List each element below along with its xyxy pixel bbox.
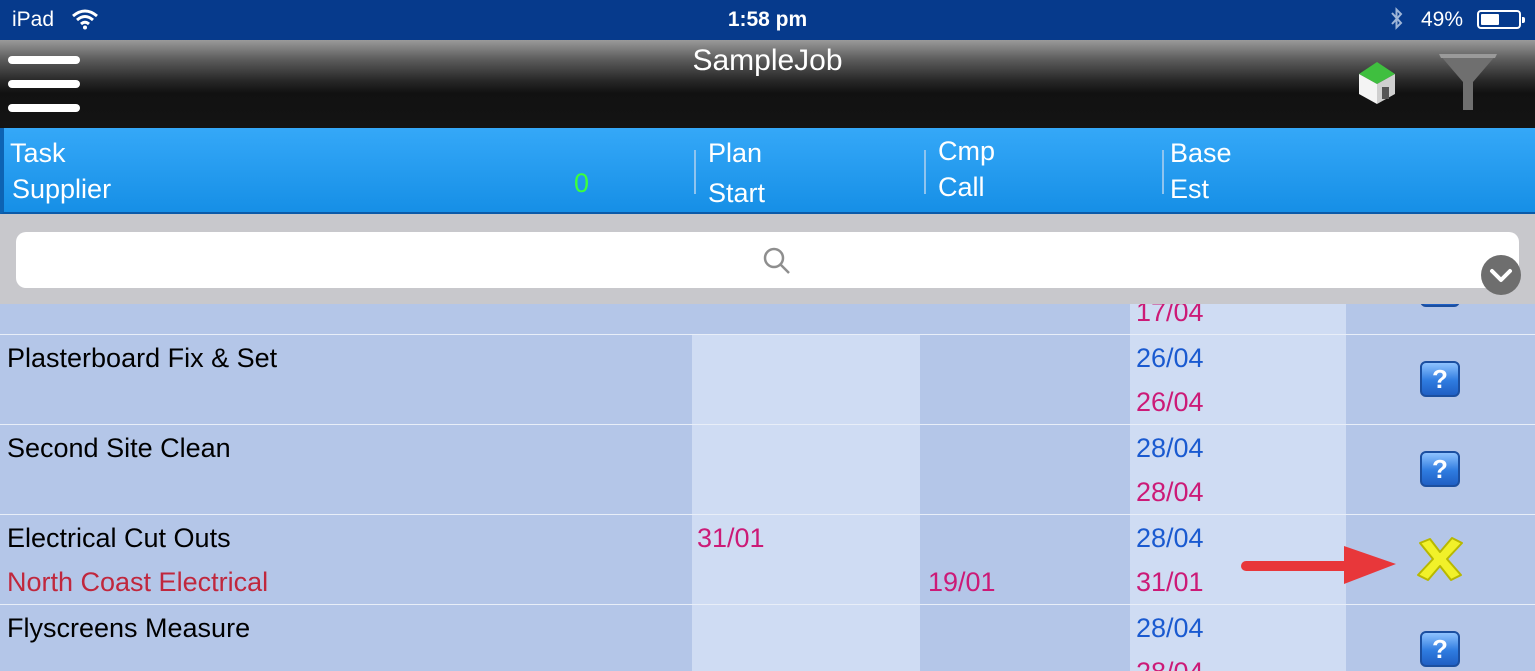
plan-cell <box>692 335 920 424</box>
status-time: 1:58 pm <box>727 8 808 31</box>
column-est: Est <box>1170 174 1210 204</box>
question-icon[interactable]: ? <box>1420 304 1460 307</box>
task-name: Plasterboard Fix & Set <box>7 343 278 373</box>
est-date: 26/04 <box>1136 387 1204 417</box>
battery-icon <box>1477 10 1525 29</box>
base-date: 28/04 <box>1136 613 1204 643</box>
page-title: SampleJob <box>692 44 843 77</box>
battery-percent: 49% <box>1421 8 1464 31</box>
bluetooth-icon <box>1390 6 1404 38</box>
status-bar: iPad 1:58 pm 49% <box>0 0 1535 40</box>
search-input[interactable] <box>16 232 1521 295</box>
supplier-name: North Coast Electrical <box>7 567 269 597</box>
plan-date: 31/01 <box>697 523 765 553</box>
nav-bar: SampleJob <box>0 40 1535 128</box>
task-count: 0 <box>574 168 590 198</box>
column-divider <box>694 150 696 194</box>
est-date: 28/04 <box>1136 657 1204 671</box>
column-divider <box>1162 150 1164 194</box>
column-call: Call <box>938 172 985 202</box>
table-row[interactable]: 17/04 ? <box>0 304 1535 334</box>
home-icon[interactable] <box>1355 60 1399 113</box>
column-plan: Plan <box>708 138 763 168</box>
chevron-down-icon[interactable] <box>1481 255 1521 295</box>
cmp-date: 19/01 <box>928 567 996 597</box>
column-start: Start <box>708 178 766 208</box>
question-icon[interactable]: ? <box>1420 361 1460 397</box>
column-task: Task <box>10 138 66 168</box>
est-date: 17/04 <box>1136 304 1204 327</box>
est-date: 31/01 <box>1136 567 1204 597</box>
cross-icon[interactable] <box>1414 535 1466 588</box>
table-row[interactable]: Flyscreens Measure 28/04 28/04 ? <box>0 604 1535 671</box>
base-date: 26/04 <box>1136 343 1204 373</box>
arrow-icon <box>1240 540 1400 595</box>
question-icon[interactable]: ? <box>1420 631 1460 667</box>
filter-icon[interactable] <box>1437 52 1499 119</box>
table-row[interactable]: Second Site Clean 28/04 28/04 ? <box>0 424 1535 514</box>
base-date: 28/04 <box>1136 523 1204 553</box>
column-divider <box>924 150 926 194</box>
plan-cell <box>692 425 920 514</box>
column-cmp: Cmp <box>938 136 996 166</box>
task-name: Second Site Clean <box>7 433 231 463</box>
task-list: 17/04 ? Plasterboard Fix & Set 26/04 26/… <box>0 304 1535 671</box>
est-date: 28/04 <box>1136 477 1204 507</box>
column-supplier: Supplier <box>12 174 112 204</box>
column-base: Base <box>1170 138 1232 168</box>
search-icon <box>762 246 792 281</box>
search-bar <box>0 214 1535 304</box>
plan-cell <box>692 605 920 671</box>
table-row[interactable]: Plasterboard Fix & Set 26/04 26/04 ? <box>0 334 1535 424</box>
column-header[interactable]: Task Supplier 0 Plan Start Cmp Call Base… <box>0 128 1535 214</box>
question-icon[interactable]: ? <box>1420 451 1460 487</box>
task-name: Flyscreens Measure <box>7 613 251 643</box>
task-name: Electrical Cut Outs <box>7 523 231 553</box>
base-date: 28/04 <box>1136 433 1204 463</box>
